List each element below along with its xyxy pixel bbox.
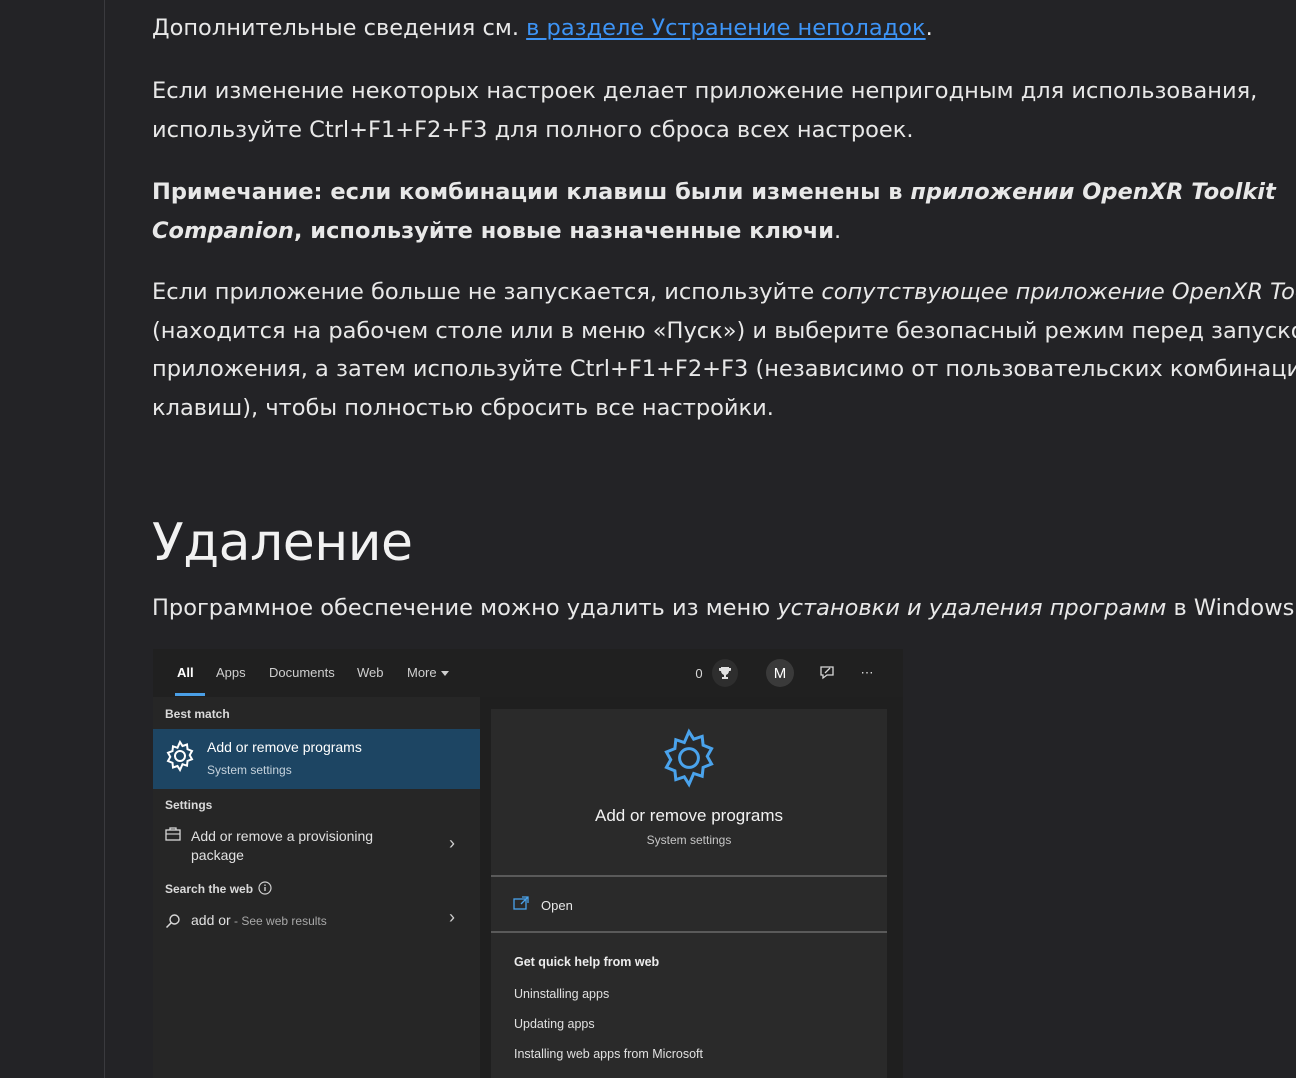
- tab-more-label: More: [407, 665, 437, 680]
- paragraph-line: используйте Ctrl+F1+F2+F3 для полного сб…: [152, 116, 914, 143]
- feedback-icon: [817, 659, 837, 687]
- note-bold-text: Примечание: если комбинации клавиш были …: [152, 179, 911, 205]
- paragraph-safe-mode: Если приложение больше не запускается, и…: [152, 273, 1296, 427]
- search-icon: [165, 913, 181, 934]
- tab-more: More: [407, 665, 449, 680]
- gear-icon: [657, 726, 721, 795]
- note-bold-text: , используйте новые назначенные ключи: [293, 217, 835, 244]
- note-italic-text: Companion: [152, 217, 294, 244]
- preview-title: Add or remove programs: [594, 806, 784, 825]
- best-match-item: Add or remove programs System settings: [153, 729, 480, 789]
- rewards-points: 0: [695, 665, 703, 681]
- web-result-suffix: - See web results: [230, 914, 327, 928]
- help-link: Uninstalling apps: [514, 987, 610, 1001]
- best-match-label: Best match: [165, 707, 230, 721]
- chevron-right-icon: ›: [449, 833, 455, 853]
- paragraph-line: (находится на рабочем столе или в меню «…: [152, 317, 1296, 344]
- more-options-icon: ⋯: [860, 665, 874, 680]
- search-web-label: Search the web: [165, 882, 254, 896]
- windows-search-screenshot: All Apps Documents Web More 0 M ⋯ Best m…: [153, 649, 903, 1078]
- note-italic-text: приложении OpenXR Toolkit: [910, 179, 1276, 205]
- chevron-down-icon: [440, 671, 449, 677]
- trophy-icon: [712, 659, 738, 687]
- info-icon: [258, 881, 272, 900]
- tab-documents: Documents: [269, 665, 335, 680]
- best-match-title: Add or remove programs: [207, 739, 362, 755]
- list-item-line: package: [191, 847, 244, 863]
- note-end: .: [834, 217, 842, 244]
- avatar: M: [766, 659, 794, 687]
- search-results-pane: Best match Add or remove programs System…: [153, 697, 480, 1078]
- open-action: Open: [541, 898, 573, 913]
- help-link: Installing web apps from Microsoft: [514, 1047, 703, 1061]
- companion-app-italic: сопутствующее приложение OpenXR Toolkit: [821, 279, 1296, 305]
- paragraph-reset: Если изменение некоторых настроек делает…: [152, 72, 1257, 149]
- paragraph-text: Дополнительные сведения см.: [152, 15, 527, 41]
- settings-group-label: Settings: [165, 798, 213, 812]
- tab-apps: Apps: [216, 665, 246, 680]
- add-remove-programs-italic: установки и удаления программ: [777, 595, 1167, 621]
- divider: [491, 875, 887, 877]
- paragraph-end: .: [925, 15, 933, 41]
- troubleshooting-link[interactable]: в разделе Устранение неполадок: [526, 15, 925, 41]
- paragraph-uninstall: Программное обеспечение можно удалить из…: [152, 589, 1296, 628]
- gear-icon: [163, 739, 197, 778]
- tab-all: All: [177, 665, 194, 680]
- web-query: add or: [191, 912, 231, 928]
- paragraph-end: в Windows.: [1166, 595, 1296, 621]
- section-heading-uninstall: Удаление: [152, 513, 413, 573]
- quick-help-title: Get quick help from web: [514, 955, 660, 969]
- active-tab-indicator: [175, 693, 205, 696]
- divider: [491, 931, 887, 933]
- paragraph-note: Примечание: если комбинации клавиш были …: [152, 173, 1276, 250]
- search-top-bar: All Apps Documents Web More 0 M ⋯: [153, 649, 903, 697]
- paragraph-line: клавиш), чтобы полностью сбросить все на…: [152, 394, 774, 421]
- chevron-right-icon: ›: [449, 907, 455, 927]
- paragraph-text: Программное обеспечение можно удалить из…: [152, 595, 778, 621]
- preview-pane: Add or remove programs System settings O…: [491, 709, 887, 1078]
- list-item-line: Add or remove a provisioning: [191, 828, 374, 844]
- open-icon: [513, 896, 529, 915]
- provisioning-package-item: Add or remove a provisioning package: [191, 827, 373, 865]
- paragraph-text: Если приложение больше не запускается, и…: [152, 279, 822, 305]
- paragraph-line: приложения, а затем используйте Ctrl+F1+…: [152, 356, 1296, 382]
- help-link: Updating apps: [514, 1017, 595, 1031]
- tab-web: Web: [357, 665, 384, 680]
- left-rail-divider: [104, 0, 105, 1078]
- paragraph-troubleshooting: Дополнительные сведения см. в разделе Ус…: [152, 9, 933, 48]
- paragraph-line: Если изменение некоторых настроек делает…: [152, 78, 1258, 104]
- web-result-item: add or - See web results: [191, 911, 327, 931]
- best-match-subtitle: System settings: [207, 763, 292, 777]
- preview-subtitle: System settings: [646, 833, 732, 847]
- briefcase-icon: [165, 827, 181, 846]
